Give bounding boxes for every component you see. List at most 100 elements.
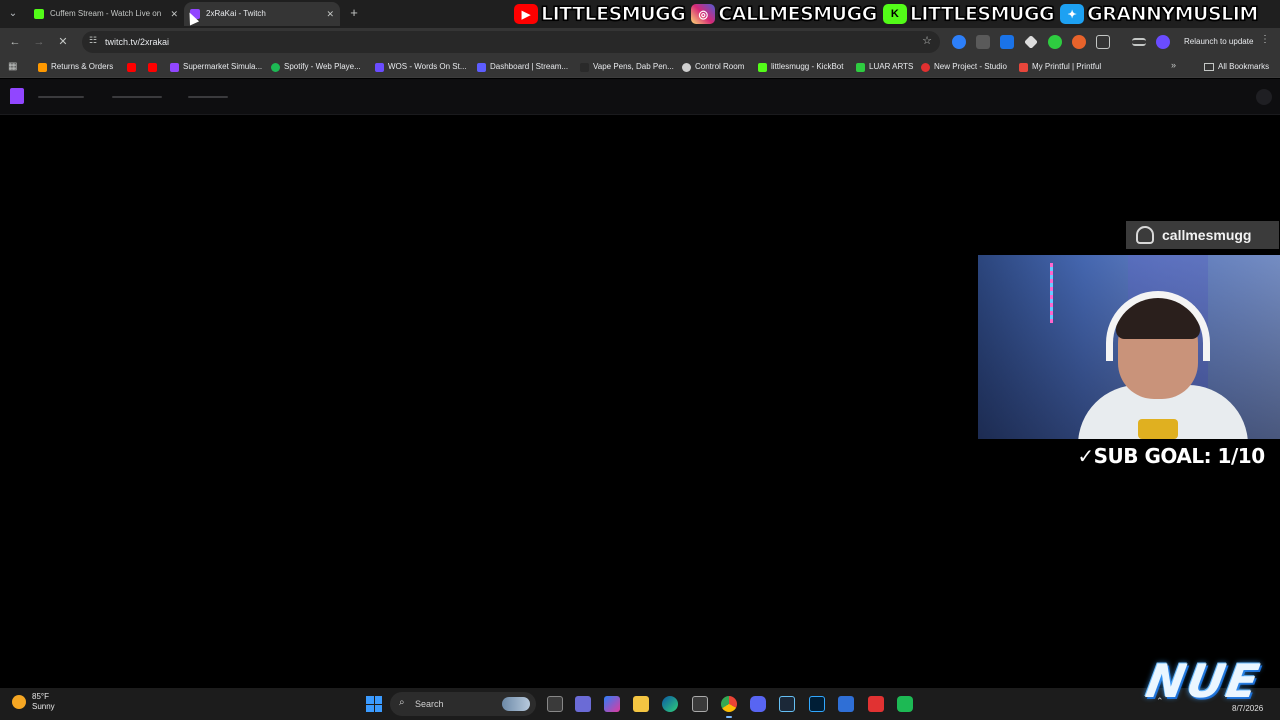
bookmark-item[interactable]: Vape Pens, Dab Pen... — [580, 56, 674, 78]
extension-icon[interactable] — [1000, 35, 1014, 49]
edge-icon[interactable] — [662, 696, 678, 712]
bookmark-star-icon[interactable]: ☆ — [922, 34, 932, 47]
all-bookmarks-button[interactable]: All Bookmarks — [1204, 56, 1269, 78]
webcam-feed — [978, 255, 1280, 439]
bookmark-label: Vape Pens, Dab Pen... — [593, 62, 674, 71]
menu-dots-icon[interactable]: ⋮ — [1260, 34, 1270, 45]
sun-icon — [12, 695, 26, 709]
bookmark-item[interactable] — [127, 56, 140, 78]
search-label: Search — [415, 699, 444, 709]
profile-avatar-icon[interactable] — [1156, 35, 1170, 49]
extension-icon[interactable] — [1048, 35, 1062, 49]
stop-loading-icon[interactable]: ✕ — [55, 34, 71, 50]
app-icon[interactable] — [868, 696, 884, 712]
discord-icon[interactable] — [750, 696, 766, 712]
snapchat-handle: callmesmugg — [1162, 227, 1252, 243]
nav-skeleton — [188, 96, 228, 98]
bookmark-item[interactable]: My Printful | Printful — [1019, 56, 1101, 78]
notepad-icon[interactable] — [838, 696, 854, 712]
instagram-icon: ◎ — [691, 4, 716, 24]
avatar-placeholder — [1256, 89, 1272, 105]
address-bar[interactable]: ☷ twitch.tv/2xrakai ☆ — [82, 31, 940, 53]
bookmark-item[interactable]: Control Room — [682, 56, 744, 78]
snapchat-badge: callmesmugg — [1126, 221, 1279, 249]
steam-icon[interactable] — [779, 696, 795, 712]
tab-title: Cuffem Stream - Watch Live on — [50, 9, 162, 18]
bookmark-favicon-icon — [375, 62, 384, 72]
social-kick: K LITTLESMUGG — [882, 0, 1055, 28]
puzzle-extensions-icon[interactable] — [1096, 35, 1110, 49]
twitch-top-nav — [0, 79, 1280, 115]
socials-banner: ▶ LITTLESMUGG ◎ CALLMESMUGG K LITTLESMUG… — [514, 0, 1280, 28]
kick-favicon-icon — [758, 62, 767, 72]
task-view-icon[interactable] — [547, 696, 563, 712]
close-tab-icon[interactable]: ✕ — [170, 2, 178, 26]
apps-grid-icon[interactable]: ▦ — [8, 61, 19, 72]
bookmark-item[interactable]: LUAR ARTS — [856, 56, 913, 78]
folder-icon — [1204, 63, 1214, 71]
file-explorer-icon[interactable] — [633, 696, 649, 712]
store-icon[interactable] — [692, 696, 708, 712]
tab-title: 2xRaKai - Twitch — [206, 9, 266, 18]
more-bookmarks-chevron-icon[interactable]: » — [1171, 60, 1176, 70]
nav-skeleton — [112, 96, 162, 98]
screen: ⌄ Cuffem Stream - Watch Live on ✕ 2xRaKa… — [0, 0, 1280, 720]
sub-goal-check-icon: ✓ — [1077, 444, 1094, 468]
sub-goal: ✓ SUB GOAL: 1/10 — [1062, 441, 1280, 471]
address-url[interactable]: twitch.tv/2xrakai — [105, 31, 169, 53]
extension-icon[interactable] — [1072, 35, 1086, 49]
bookmark-favicon-icon — [682, 62, 691, 72]
taskbar-date[interactable]: 8/7/2026 — [1232, 704, 1263, 713]
tab-cuffem-stream[interactable]: Cuffem Stream - Watch Live on ✕ — [28, 2, 184, 26]
weather-widget[interactable]: 85°F Sunny — [12, 692, 55, 712]
bookmark-favicon-icon — [38, 62, 47, 72]
bookmark-favicon-icon — [856, 62, 865, 72]
kick-favicon-icon — [34, 9, 44, 19]
windows-start-icon[interactable] — [366, 696, 382, 712]
bookmark-label: littlesmugg - KickBot — [771, 62, 844, 71]
social-twitter: ✦ GRANNYMUSLIM — [1060, 0, 1259, 28]
streaming-app-icon[interactable] — [897, 696, 913, 712]
windows-taskbar: 85°F Sunny ⌕ Search ⌃ — [0, 688, 1280, 720]
tab-2xrakai-twitch[interactable]: 2xRaKai - Twitch ✕ — [184, 2, 340, 26]
extension-icon[interactable] — [976, 35, 990, 49]
twitch-logo-icon[interactable] — [10, 88, 24, 104]
bookmark-item[interactable] — [148, 56, 161, 78]
bookmark-label: WOS - Words On St... — [388, 62, 467, 71]
close-tab-icon[interactable]: ✕ — [326, 2, 334, 26]
chrome-icon[interactable] — [721, 696, 737, 718]
tab-search-button[interactable]: ⌄ — [4, 5, 22, 23]
bookmark-item[interactable]: littlesmugg - KickBot — [758, 56, 843, 78]
copilot-icon[interactable] — [604, 696, 620, 712]
bookmark-label: Dashboard | Stream... — [490, 62, 569, 71]
bookmark-label: My Printful | Printful — [1032, 62, 1102, 71]
back-arrow-icon[interactable]: ← — [7, 34, 23, 50]
bookmark-item[interactable]: New Project - Studio — [921, 56, 1007, 78]
bookmark-label: LUAR ARTS — [869, 62, 914, 71]
forward-arrow-icon[interactable]: → — [31, 34, 47, 50]
bookmark-label: Returns & Orders — [51, 62, 114, 71]
bookmark-item[interactable]: Dashboard | Stream... — [477, 56, 568, 78]
social-youtube: ▶ LITTLESMUGG — [514, 0, 686, 28]
teams-icon[interactable] — [575, 696, 591, 712]
site-info-icon[interactable]: ☷ — [89, 35, 97, 46]
bookmark-item[interactable]: Supermarket Simula... — [170, 56, 262, 78]
bookmark-favicon-icon — [580, 62, 589, 72]
reading-list-icon[interactable] — [1132, 38, 1146, 46]
relaunch-to-update-button[interactable]: Relaunch to update — [1178, 33, 1259, 51]
bookmark-item[interactable]: Spotify - Web Playe... — [271, 56, 361, 78]
all-bookmarks-label: All Bookmarks — [1218, 62, 1270, 71]
extension-icon[interactable] — [1024, 35, 1038, 49]
youtube-favicon-icon — [127, 62, 136, 72]
plus-icon[interactable]: + — [346, 4, 362, 22]
bookmark-label: New Project - Studio — [934, 62, 1007, 71]
bookmark-item[interactable]: Returns & Orders — [38, 56, 113, 78]
photoshop-icon[interactable] — [809, 696, 825, 712]
weather-condition: Sunny — [32, 702, 55, 711]
taskbar-search[interactable]: ⌕ Search — [390, 692, 536, 716]
bookmark-item[interactable]: WOS - Words On St... — [375, 56, 467, 78]
extension-icon[interactable] — [952, 35, 966, 49]
browser-toolbar: ← → ✕ ☷ twitch.tv/2xrakai ☆ Relaunch to … — [0, 28, 1280, 56]
social-handle: LITTLESMUGG — [540, 3, 686, 26]
youtube-icon: ▶ — [514, 4, 538, 24]
